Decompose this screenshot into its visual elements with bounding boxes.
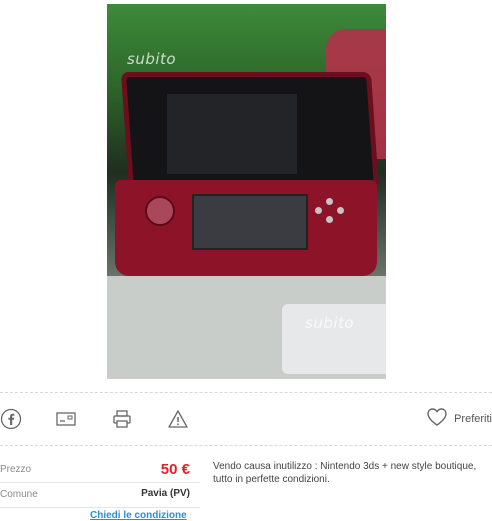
price-value: 50 € xyxy=(160,461,190,478)
heart-icon xyxy=(426,407,448,432)
listing-photo[interactable]: subito subito xyxy=(107,4,386,379)
photo-circle-pad xyxy=(145,196,175,226)
divider-bottom xyxy=(0,445,492,446)
photo-console-bottom-screen xyxy=(192,194,308,250)
ask-conditions-link[interactable]: Chiedi le condizione xyxy=(90,510,187,521)
favorite-button[interactable]: Preferiti xyxy=(426,407,492,432)
listing-photo-area: subito subito xyxy=(0,0,492,385)
price-label: Prezzo xyxy=(0,464,32,475)
warning-icon[interactable] xyxy=(167,408,189,430)
town-value: Pavia (PV) xyxy=(141,488,190,499)
facebook-icon[interactable] xyxy=(0,408,22,430)
photo-console-top-screen xyxy=(167,94,297,174)
photo-face-buttons xyxy=(315,198,345,224)
watermark-bottom: subito xyxy=(305,314,355,332)
share-bar: Preferiti xyxy=(0,398,492,442)
print-icon[interactable] xyxy=(111,408,133,430)
divider-top xyxy=(0,392,492,393)
listing-description: Vendo causa inutilizzo : Nintendo 3ds + … xyxy=(213,461,477,485)
detail-row-price: Prezzo 50 € xyxy=(0,458,200,483)
listing-details: Prezzo 50 € Comune Pavia (PV) xyxy=(0,458,200,508)
favorite-label: Preferiti xyxy=(454,413,492,425)
detail-row-town: Comune Pavia (PV) xyxy=(0,483,200,508)
email-icon[interactable] xyxy=(55,408,77,430)
town-label: Comune xyxy=(0,489,38,500)
watermark-top: subito xyxy=(127,50,177,68)
